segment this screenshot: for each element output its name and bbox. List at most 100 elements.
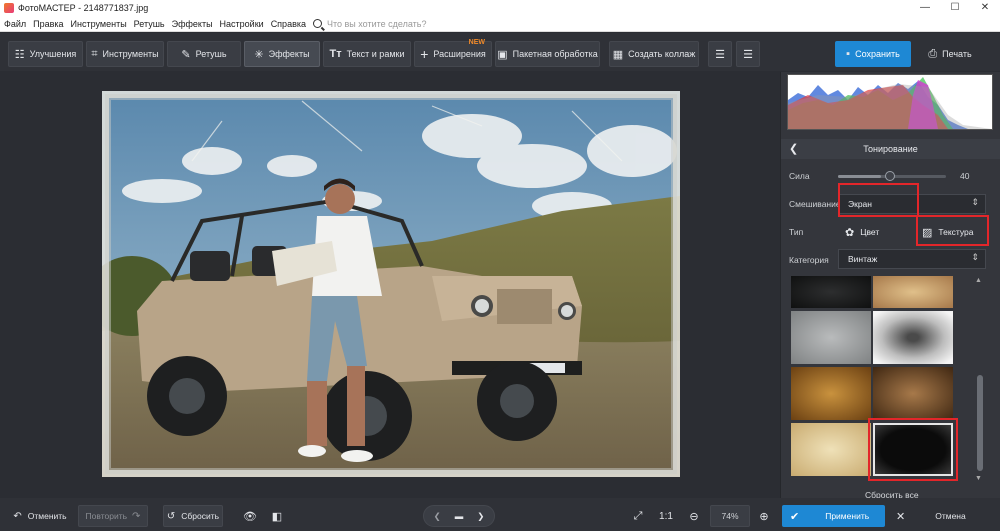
close-icon[interactable]: ✕ xyxy=(970,0,1000,16)
panel-title: Тонирование xyxy=(863,144,918,154)
menu-effects[interactable]: Эффекты xyxy=(169,19,216,29)
plus-icon: + xyxy=(420,46,429,62)
print-label: Печать xyxy=(942,49,972,59)
zoom-level[interactable]: 74% xyxy=(710,505,750,527)
maximize-icon[interactable]: ☐ xyxy=(940,0,970,16)
menu-tools[interactable]: Инструменты xyxy=(68,19,130,29)
tab-tools[interactable]: ⌗ Инструменты xyxy=(86,41,164,67)
redo-icon: ↷ xyxy=(132,510,141,522)
chevron-updown-icon: ⇕ xyxy=(971,197,979,207)
histogram xyxy=(787,74,993,130)
menu-settings[interactable]: Настройки xyxy=(217,19,267,29)
sliders-icon: ☷ xyxy=(14,48,25,61)
add-preset-button[interactable]: ☰ xyxy=(708,41,732,67)
tab-label: Ретушь xyxy=(195,49,227,59)
apply-label: Применить xyxy=(825,511,870,521)
tab-extensions[interactable]: + Расширения NEW xyxy=(414,39,492,67)
scroll-up-icon[interactable]: ▲ xyxy=(975,277,982,284)
check-icon: ✔ xyxy=(790,510,800,523)
actual-size-button[interactable]: 1:1 xyxy=(654,505,678,527)
image-icon: ▣ xyxy=(497,48,508,61)
type-color-option[interactable]: ✿ Цвет xyxy=(845,221,905,243)
tab-retouch[interactable]: ✎ Ретушь xyxy=(167,41,241,67)
apply-button[interactable]: ✔ Применить xyxy=(782,505,885,527)
window-title: ФотоМАСТЕР - 2148771837.jpg xyxy=(18,3,149,13)
texture-thumb-2[interactable] xyxy=(873,276,953,308)
redo-button[interactable]: Повторить ↷ xyxy=(78,505,148,527)
back-arrow-icon[interactable]: ❮ xyxy=(789,142,798,155)
next-image-icon[interactable]: ❯ xyxy=(477,511,484,522)
blend-highlight xyxy=(838,183,919,217)
texture-thumb-5[interactable] xyxy=(791,367,871,420)
brush-icon: ✎ xyxy=(181,48,191,61)
redo-label: Повторить xyxy=(85,511,128,521)
panel-header: ❮ Тонирование xyxy=(781,139,1000,159)
tab-label: Улучшения xyxy=(29,49,77,59)
cancel-label: Отмена xyxy=(935,511,966,521)
image-navigator: ❮ ▬ ❯ xyxy=(423,505,495,527)
print-button[interactable]: ⎙ Печать xyxy=(915,41,985,67)
title-bar: ФотоМАСТЕР - 2148771837.jpg — ☐ ✕ xyxy=(0,0,1000,16)
menu-help[interactable]: Справка xyxy=(268,19,309,29)
category-select[interactable]: Винтаж ⇕ xyxy=(838,249,986,269)
history-button[interactable]: ☰ xyxy=(736,41,760,67)
undo-icon: ↶ xyxy=(13,510,22,522)
search-box[interactable]: Что вы хотите сделать? xyxy=(313,19,427,29)
search-placeholder: Что вы хотите сделать? xyxy=(327,18,427,29)
menu-retouch[interactable]: Ретушь xyxy=(131,19,168,29)
new-badge: NEW xyxy=(468,39,485,46)
histogram-graph xyxy=(788,77,992,129)
prev-image-icon[interactable]: ❮ xyxy=(434,511,441,522)
texture-thumb-7[interactable] xyxy=(791,423,871,476)
photo-illustration xyxy=(102,91,680,477)
folder-icon[interactable]: ▬ xyxy=(455,511,464,521)
minimize-icon[interactable]: — xyxy=(910,0,940,16)
crop-icon: ⌗ xyxy=(91,47,98,60)
menu-bar: Файл Правка Инструменты Ретушь Эффекты Н… xyxy=(0,16,1000,32)
texture-thumb-1[interactable] xyxy=(791,276,871,308)
magic-wand-icon: ✳ xyxy=(254,48,264,61)
eye-icon[interactable]: 👁 xyxy=(240,505,260,527)
tab-batch[interactable]: ▣ Пакетная обработка xyxy=(495,41,600,67)
tab-collage[interactable]: ▦ Создать коллаж xyxy=(609,41,699,67)
strength-slider-knob[interactable] xyxy=(885,171,895,181)
category-select-value: Винтаж xyxy=(848,254,878,264)
zoom-out-icon[interactable]: ⊖ xyxy=(686,505,702,527)
reset-button[interactable]: ↺ Сбросить xyxy=(163,505,223,527)
tab-label: Текст и рамки xyxy=(346,49,405,59)
fit-screen-icon[interactable]: ⤢ xyxy=(628,505,648,527)
printer-icon: ⎙ xyxy=(928,47,938,60)
category-label: Категория xyxy=(789,255,829,265)
texture-highlight xyxy=(916,215,989,246)
save-button[interactable]: ▪ Сохранить xyxy=(835,41,911,67)
texture-thumb-4[interactable] xyxy=(873,311,953,364)
type-color-label: Цвет xyxy=(860,227,880,237)
zoom-in-icon[interactable]: ⊕ xyxy=(756,505,772,527)
reset-icon: ↺ xyxy=(166,510,176,522)
chevron-updown-icon: ⇕ xyxy=(971,252,979,262)
compare-icon[interactable]: ◧ xyxy=(268,505,286,527)
cancel-button[interactable]: ✕ Отмена xyxy=(886,505,986,527)
history-icon: ☰ xyxy=(743,48,753,61)
collage-icon: ▦ xyxy=(612,48,624,61)
strength-label: Сила xyxy=(789,171,810,181)
tab-text-frames[interactable]: Tт Текст и рамки xyxy=(323,41,411,67)
app-logo-icon xyxy=(4,3,14,13)
tab-label: Создать коллаж xyxy=(628,49,696,59)
scroll-down-icon[interactable]: ▼ xyxy=(975,475,982,482)
undo-button[interactable]: ↶ Отменить xyxy=(6,505,74,527)
tab-label: Инструменты xyxy=(102,49,159,59)
palette-icon: ✿ xyxy=(845,226,855,239)
close-icon: ✕ xyxy=(896,510,906,523)
scrollbar-thumb[interactable] xyxy=(977,375,983,471)
texture-thumb-3[interactable] xyxy=(791,311,871,364)
menu-file[interactable]: Файл xyxy=(1,19,29,29)
texture-thumb-6[interactable] xyxy=(873,367,953,420)
reset-label: Сбросить xyxy=(181,511,220,521)
type-label: Тип xyxy=(789,227,804,237)
menu-edit[interactable]: Правка xyxy=(30,19,66,29)
tab-effects[interactable]: ✳ Эффекты xyxy=(244,41,320,67)
tab-enhancements[interactable]: ☷ Улучшения xyxy=(8,41,83,67)
floppy-icon: ▪ xyxy=(846,48,851,60)
thumb-highlight xyxy=(868,418,958,481)
